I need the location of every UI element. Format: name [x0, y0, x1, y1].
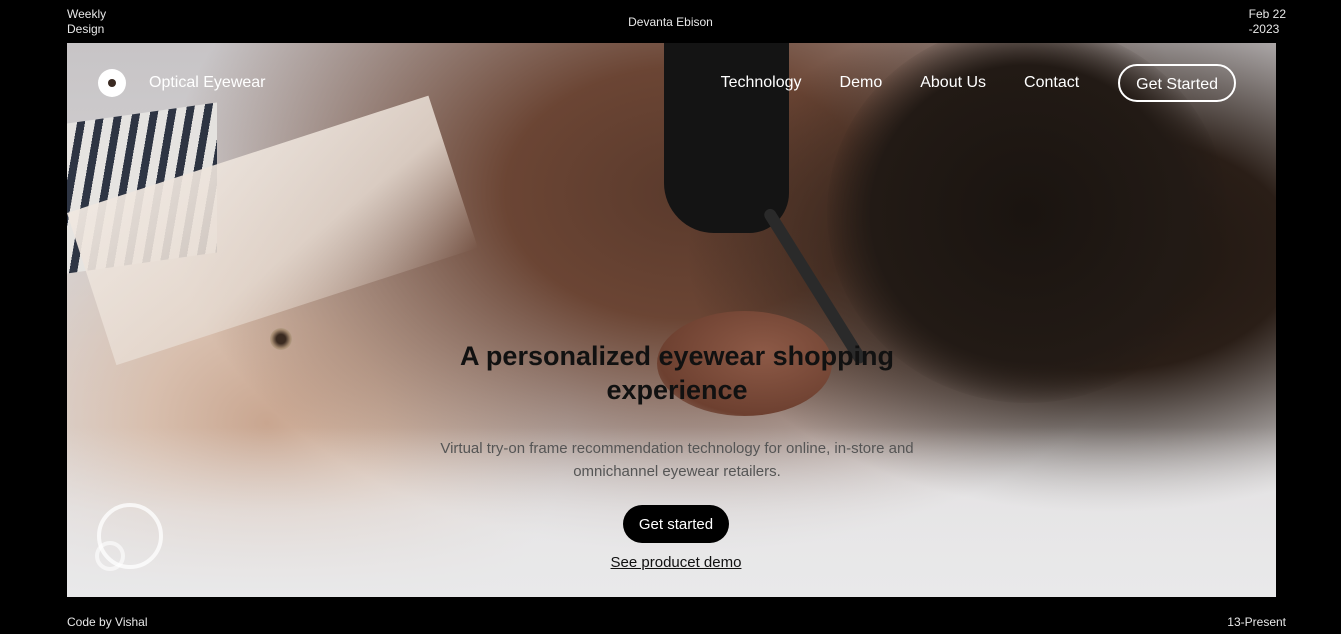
nav-link-contact[interactable]: Contact [1024, 62, 1079, 104]
hero-photo-stud [270, 328, 292, 350]
hero-subhead: Virtual try-on frame recommendation tech… [440, 440, 914, 480]
nav-links: Technology Demo About Us Contact Get Sta… [721, 62, 1236, 104]
logo-icon[interactable] [98, 69, 126, 97]
nav-link-technology[interactable]: Technology [721, 62, 802, 104]
date-line-1: Feb 22 [1248, 7, 1286, 21]
get-started-button[interactable]: Get started [623, 505, 729, 543]
see-demo-link[interactable]: See producet demo [587, 554, 765, 571]
hero-section: Optical Eyewear Technology Demo About Us… [67, 43, 1276, 597]
get-started-nav-button[interactable]: Get Started [1118, 64, 1236, 102]
nav-link-demo[interactable]: Demo [840, 62, 883, 104]
date-label: Feb 22 -2023 [1249, 7, 1286, 37]
brand-name[interactable]: Optical Eyewear [149, 74, 266, 92]
nav-link-about-us[interactable]: About Us [920, 62, 986, 104]
credit-label: Code by Vishal [67, 615, 148, 629]
date-line-2: -2023 [1248, 22, 1280, 36]
designer-name: Devanta Ebison [628, 15, 713, 29]
watermark-logo-icon [95, 503, 163, 571]
hero-headline: A personalized eyewear shopping experien… [459, 341, 895, 405]
issue-label: 13-Present [1227, 615, 1286, 629]
top-nav: Optical Eyewear Technology Demo About Us… [67, 43, 1276, 123]
